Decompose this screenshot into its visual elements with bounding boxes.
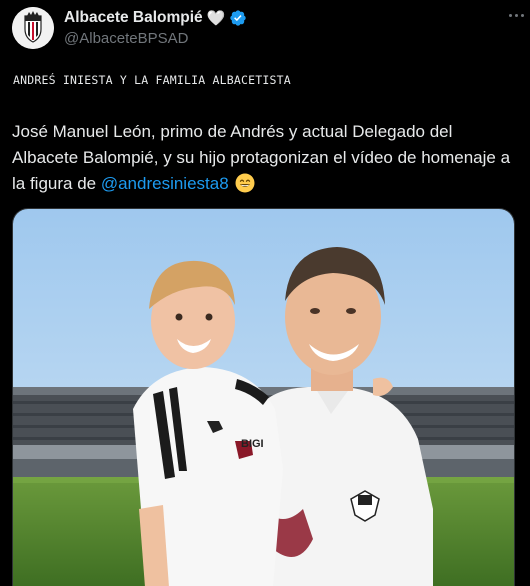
more-dot xyxy=(520,13,524,17)
photo-father-and-son: BIGI xyxy=(13,209,514,586)
author-names: Albacete Balompié 🤍 @AlbaceteBPSAD xyxy=(64,9,247,47)
mention-link[interactable]: @andresiniesta8 xyxy=(101,174,229,193)
tweet-card[interactable]: Albacete Balompié 🤍 @AlbaceteBPSAD ANDRE… xyxy=(0,0,530,586)
verified-badge-icon xyxy=(230,10,247,26)
tweet-text: José Manuel León, primo de Andrés y actu… xyxy=(12,119,512,197)
tweet-photo[interactable]: BIGI xyxy=(12,208,515,586)
more-options-button[interactable] xyxy=(506,6,526,24)
user-handle[interactable]: @AlbaceteBPSAD xyxy=(64,30,247,47)
tweet-header: Albacete Balompié 🤍 @AlbaceteBPSAD xyxy=(12,6,518,52)
white-heart-emoji: 🤍 xyxy=(206,9,226,27)
more-horizontal-icon xyxy=(508,13,512,17)
display-name[interactable]: Albacete Balompié xyxy=(64,9,203,27)
club-crest-icon xyxy=(12,7,54,49)
grinning-face-emoji xyxy=(235,173,255,193)
tweet-kicker: ANDREŚ INIESTA Y LA FAMILIA ALBACETISTA xyxy=(13,73,291,87)
jersey-sponsor-text: BIGI xyxy=(241,438,264,450)
tweet-text-body: José Manuel León, primo de Andrés y actu… xyxy=(12,122,511,193)
more-dot xyxy=(514,13,518,17)
avatar[interactable] xyxy=(12,7,54,49)
